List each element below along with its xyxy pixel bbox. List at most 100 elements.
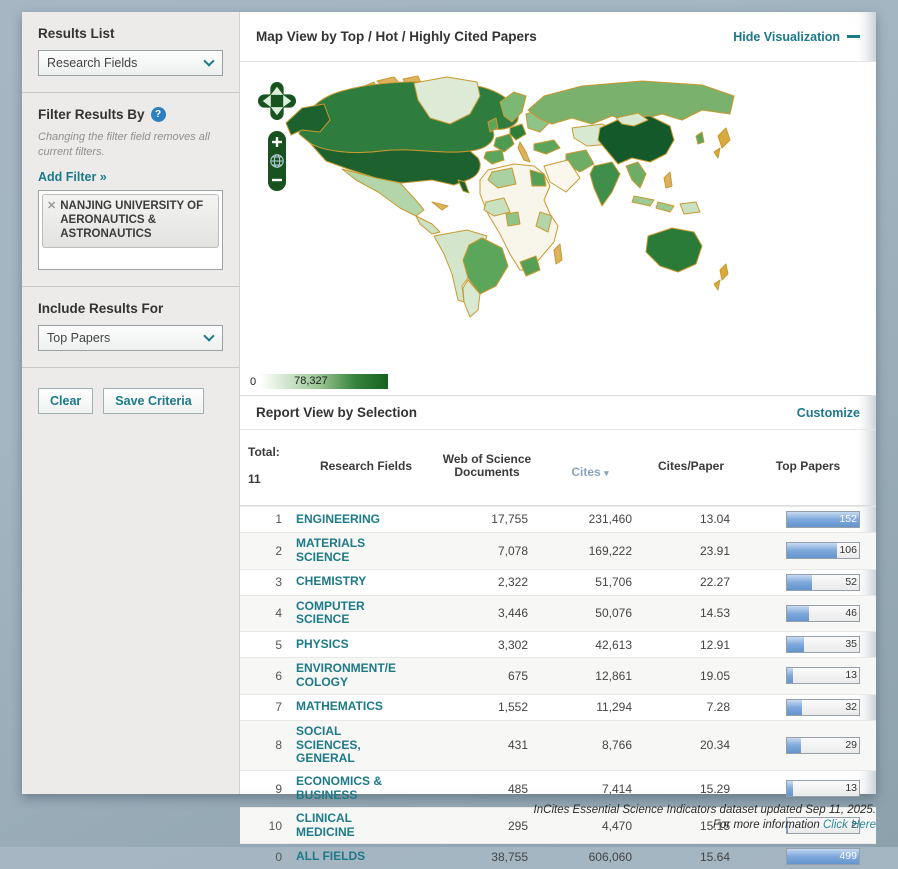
row-cites: 7,414	[601, 781, 632, 796]
row-rank: 4	[275, 606, 282, 621]
table-row[interactable]: 8 SOCIAL SCIENCES, GENERAL 431 8,766 20.…	[240, 719, 876, 771]
map-region-florida	[457, 179, 470, 194]
customize-link[interactable]: Customize	[797, 406, 860, 420]
active-filters-box: ✕ NANJING UNIVERSITY OF AERONAUTICS & AS…	[38, 189, 223, 270]
add-filter-link[interactable]: Add Filter »	[38, 170, 107, 184]
table-row[interactable]: 6 ENVIRONMENT/E COLOGY 675 12,861 19.05 …	[240, 657, 876, 694]
hide-visualization-link[interactable]: Hide Visualization	[733, 30, 860, 44]
table-row[interactable]: 0 ALL FIELDS 38,755 606,060 15.64 499	[240, 843, 876, 869]
map-country-new-zealand	[713, 263, 729, 291]
row-cites-per-paper: 15.29	[699, 781, 730, 796]
top-papers-bar: 29	[740, 736, 876, 754]
app-window: Results List Research Fields Filter Resu…	[22, 12, 876, 866]
row-cites: 50,076	[595, 606, 632, 621]
top-papers-bar-fill	[787, 574, 812, 590]
total-count-header: Total: 11	[248, 444, 280, 487]
research-field-link[interactable]: CHEMISTRY	[296, 574, 436, 589]
row-cites: 51,706	[595, 575, 632, 590]
top-papers-value: 46	[845, 606, 857, 619]
table-row[interactable]: 7 MATHEMATICS 1,552 11,294 7.28 32	[240, 693, 876, 720]
table-row[interactable]: 9 ECONOMICS & BUSINESS 485 7,414 15.29 1…	[240, 770, 876, 807]
top-papers-value: 106	[839, 544, 857, 557]
research-field-link[interactable]: ENVIRONMENT/E COLOGY	[296, 661, 436, 690]
top-papers-bar-fill	[787, 668, 794, 684]
report-table-header: Total: 11 Research Fields Web of Science…	[240, 430, 876, 506]
main-panel: Map View by Top / Hot / Highly Cited Pap…	[240, 12, 876, 866]
chevron-down-icon	[196, 330, 222, 342]
dataset-updated-note: InCites Essential Science Indicators dat…	[533, 804, 876, 816]
row-documents: 2,322	[497, 575, 528, 590]
clear-button[interactable]: Clear	[38, 387, 94, 414]
include-results-heading: Include Results For	[38, 300, 164, 316]
click-here-link[interactable]: Click Here	[823, 819, 876, 831]
column-header-top-papers[interactable]: Top Papers	[740, 459, 876, 474]
map-region-south-america	[433, 229, 509, 318]
column-header-research-fields[interactable]: Research Fields	[296, 459, 436, 474]
row-cites-per-paper: 19.05	[699, 668, 730, 683]
map-country-canada	[298, 81, 519, 154]
map-country-south-korea	[695, 131, 705, 145]
row-rank: 5	[275, 637, 282, 652]
row-cites-per-paper: 7.28	[706, 700, 730, 715]
map-country-india	[589, 161, 621, 207]
map-country-madagascar	[553, 243, 563, 265]
row-cites-per-paper: 14.53	[699, 606, 730, 621]
row-cites-per-paper: 22.27	[699, 575, 730, 590]
row-cites-per-paper: 12.91	[699, 637, 730, 652]
table-row[interactable]: 2 MATERIALS SCIENCE 7,078 169,222 23.91 …	[240, 531, 876, 569]
top-papers-bar: 13	[740, 780, 876, 798]
research-field-link[interactable]: ENGINEERING	[296, 512, 436, 527]
row-rank: 9	[275, 781, 282, 796]
top-papers-value: 13	[845, 782, 857, 795]
map-view-title: Map View by Top / Hot / Highly Cited Pap…	[256, 29, 537, 44]
save-criteria-button[interactable]: Save Criteria	[103, 387, 204, 414]
actions-section: Clear Save Criteria	[22, 368, 239, 430]
row-cites-per-paper: 20.34	[699, 738, 730, 753]
research-field-link[interactable]: ECONOMICS & BUSINESS	[296, 774, 436, 803]
legend-gradient-bar: 78,327	[260, 374, 389, 389]
map-zoom-control[interactable]	[268, 131, 286, 191]
row-cites: 231,460	[588, 512, 632, 527]
row-rank: 3	[275, 575, 282, 590]
map-country-turkey	[533, 139, 561, 155]
map-country-france	[493, 133, 515, 153]
filter-section: Filter Results By ? Changing the filter …	[22, 93, 239, 287]
report-view-title: Report View by Selection	[256, 405, 418, 420]
research-field-link[interactable]: MATERIALS SCIENCE	[296, 536, 436, 565]
map-pan-control[interactable]	[258, 82, 296, 120]
remove-filter-icon[interactable]: ✕	[47, 199, 56, 242]
research-field-link[interactable]: COMPUTER SCIENCE	[296, 599, 436, 628]
research-field-link[interactable]: MATHEMATICS	[296, 700, 436, 714]
top-papers-value: 13	[845, 669, 857, 682]
map-country-egypt	[529, 169, 547, 187]
help-icon[interactable]: ?	[150, 107, 166, 122]
table-row[interactable]: 5 PHYSICS 3,302 42,613 12.91 35	[240, 631, 876, 657]
filter-by-heading: Filter Results By	[38, 107, 145, 122]
top-papers-bar-fill	[787, 737, 801, 753]
filter-chip: ✕ NANJING UNIVERSITY OF AERONAUTICS & AS…	[42, 193, 219, 248]
column-header-cites-sorted[interactable]: Cites ▾	[538, 453, 642, 481]
row-cites: 42,613	[595, 637, 632, 652]
include-results-select[interactable]: Top Papers	[38, 324, 223, 351]
results-list-select[interactable]: Research Fields	[38, 50, 223, 76]
legend-min-value: 0	[250, 375, 257, 388]
top-papers-value: 35	[845, 638, 857, 651]
table-row[interactable]: 4 COMPUTER SCIENCE 3,446 50,076 14.53 46	[240, 594, 876, 632]
row-rank: 0	[275, 849, 282, 864]
top-papers-bar: 52	[740, 573, 876, 591]
research-field-link[interactable]: ALL FIELDS	[296, 849, 436, 864]
table-row[interactable]: 3 CHEMISTRY 2,322 51,706 22.27 52	[240, 568, 876, 595]
column-header-wos-documents[interactable]: Web of Science Documents	[436, 452, 538, 481]
column-header-cites-per-paper[interactable]: Cites/Paper	[642, 459, 740, 474]
research-field-link[interactable]: CLINICAL MEDICINE	[296, 811, 436, 840]
top-papers-value: 29	[845, 738, 857, 751]
include-results-selected-value: Top Papers	[47, 330, 111, 345]
table-row[interactable]: 1 ENGINEERING 17,755 231,460 13.04 152	[240, 505, 876, 532]
row-cites-per-paper: 23.91	[699, 543, 730, 558]
choropleth-world-map[interactable]	[282, 74, 762, 322]
top-papers-bar: 13	[740, 667, 876, 685]
research-field-link[interactable]: SOCIAL SCIENCES, GENERAL	[296, 724, 436, 766]
sort-descending-icon: ▾	[604, 468, 609, 479]
row-rank: 8	[275, 738, 282, 753]
research-field-link[interactable]: PHYSICS	[296, 637, 436, 652]
